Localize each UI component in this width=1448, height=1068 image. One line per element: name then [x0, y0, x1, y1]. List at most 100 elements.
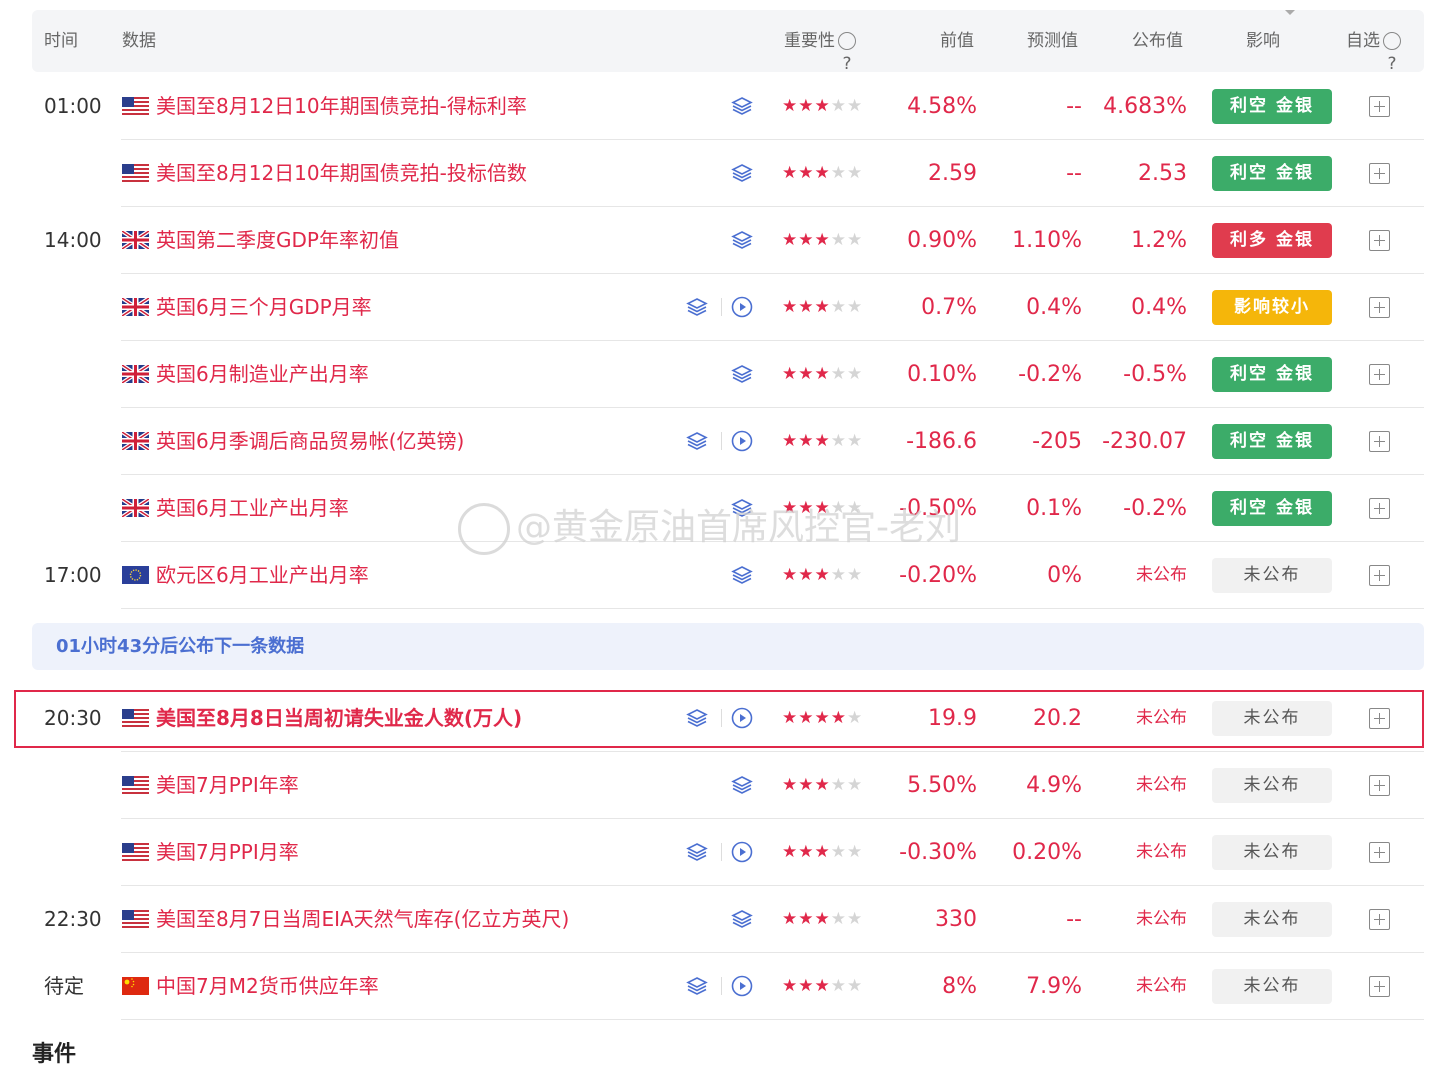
star-icon: ★: [830, 775, 847, 795]
star-icon: ★: [782, 909, 799, 929]
section-title-events: 事件: [32, 1042, 77, 1067]
indicator-name-link[interactable]: 美国至8月7日当周EIA天然气库存(亿立方英尺): [156, 886, 569, 953]
indicator-name-link[interactable]: 英国6月季调后商品贸易帐(亿英镑): [156, 408, 464, 475]
previous-value: 8%: [942, 974, 977, 999]
importance-stars: ★★★★★: [782, 819, 863, 886]
flag-us-icon: [122, 910, 149, 928]
plus-square-icon[interactable]: [1369, 96, 1390, 117]
layers-icon[interactable]: [731, 363, 753, 385]
star-icon: ★: [798, 230, 815, 250]
table-row[interactable]: 英国6月制造业产出月率 ★★★★★ 0.10% -0.2% -0.5% 利空 金银: [32, 341, 1424, 408]
forecast-value: 0.4%: [1026, 295, 1082, 320]
table-row[interactable]: 美国7月PPI月率 ★★★★★ -0.30% 0.20% 未公布 未公布: [32, 819, 1424, 886]
plus-square-icon[interactable]: [1369, 565, 1390, 586]
layers-icon[interactable]: [731, 774, 753, 796]
play-circle-icon[interactable]: [731, 841, 753, 863]
header-importance-label: 重要性: [784, 31, 835, 51]
indicator-name-link[interactable]: 美国至8月12日10年期国债竞拍-投标倍数: [156, 140, 527, 207]
impact-badge: 未公布: [1212, 558, 1332, 593]
star-icon: ★: [847, 842, 864, 862]
layers-icon[interactable]: [686, 841, 708, 863]
indicator-name-link[interactable]: 美国至8月12日10年期国债竞拍-得标利率: [156, 73, 527, 140]
flag-us-icon: [122, 97, 149, 115]
plus-square-icon[interactable]: [1369, 364, 1390, 385]
star-icon: ★: [798, 163, 815, 183]
star-icon: ★: [847, 230, 864, 250]
star-icon: ★: [798, 775, 815, 795]
indicator-name-link[interactable]: 中国7月M2货币供应年率: [156, 953, 379, 1020]
actual-value: 未公布: [1136, 565, 1187, 585]
impact-badge: 未公布: [1212, 902, 1332, 937]
star-icon: ★: [782, 230, 799, 250]
plus-square-icon[interactable]: [1369, 297, 1390, 318]
plus-square-icon[interactable]: [1369, 163, 1390, 184]
actual-value: 0.4%: [1131, 295, 1187, 320]
layers-icon[interactable]: [731, 162, 753, 184]
row-time: 17:00: [44, 563, 102, 587]
plus-square-icon[interactable]: [1369, 431, 1390, 452]
help-circle-icon[interactable]: ?: [1383, 32, 1401, 74]
plus-square-icon[interactable]: [1369, 498, 1390, 519]
plus-square-icon[interactable]: [1369, 230, 1390, 251]
indicator-name-link[interactable]: 欧元区6月工业产出月率: [156, 542, 369, 609]
play-circle-icon[interactable]: [731, 296, 753, 318]
importance-stars: ★★★★★: [782, 886, 863, 953]
layers-icon[interactable]: [686, 296, 708, 318]
table-row[interactable]: 美国至8月12日10年期国债竞拍-投标倍数 ★★★★★ 2.59 -- 2.53 利空 金…: [32, 140, 1424, 207]
star-icon: ★: [814, 565, 831, 585]
forecast-value: 1.10%: [1012, 228, 1082, 253]
table-row[interactable]: 22:30 美国至8月7日当周EIA天然气库存(亿立方英尺) ★★★★★ 330 -- 未…: [32, 886, 1424, 953]
star-icon: ★: [814, 364, 831, 384]
row-time: 14:00: [44, 228, 102, 252]
table-row[interactable]: 美国7月PPI年率 ★★★★★ 5.50% 4.9% 未公布 未公布: [32, 752, 1424, 819]
star-icon: ★: [782, 96, 799, 116]
table-row[interactable]: 01:00 美国至8月12日10年期国债竞拍-得标利率 ★★★★★ 4.58% -- 4.…: [32, 73, 1424, 140]
highlight-box: [14, 690, 1424, 748]
flag-uk-icon: [120, 430, 151, 452]
table-row[interactable]: 英国6月季调后商品贸易帐(亿英镑) ★★★★★ -186.6 -205 -230.07 利…: [32, 408, 1424, 475]
table-row[interactable]: 14:00 英国第二季度GDP年率初值 ★★★★★ 0.90% 1.10% 1.2% 利多 …: [32, 207, 1424, 274]
play-circle-icon[interactable]: [731, 430, 753, 452]
importance-stars: ★★★★★: [782, 408, 863, 475]
indicator-name-link[interactable]: 美国7月PPI年率: [156, 752, 299, 819]
star-icon: ★: [814, 842, 831, 862]
actual-value: 未公布: [1136, 976, 1187, 996]
forecast-value: --: [1066, 907, 1082, 932]
table-row[interactable]: 英国6月三个月GDP月率 ★★★★★ 0.7% 0.4% 0.4% 影响较小: [32, 274, 1424, 341]
header-impact[interactable]: 影响: [1246, 10, 1295, 72]
plus-square-icon[interactable]: [1369, 976, 1390, 997]
star-icon: ★: [847, 297, 864, 317]
layers-icon[interactable]: [731, 564, 753, 586]
indicator-name-link[interactable]: 英国第二季度GDP年率初值: [156, 207, 399, 274]
importance-stars: ★★★★★: [782, 73, 863, 140]
plus-square-icon[interactable]: [1369, 842, 1390, 863]
actual-value: -230.07: [1102, 429, 1187, 454]
plus-square-icon[interactable]: [1369, 909, 1390, 930]
help-circle-icon[interactable]: ?: [838, 32, 856, 74]
play-circle-icon[interactable]: [731, 975, 753, 997]
watermark-text: @黄金原油首席风控官-老刘: [516, 507, 961, 548]
indicator-name-link[interactable]: 英国6月制造业产出月率: [156, 341, 369, 408]
flag-uk-icon: [120, 363, 151, 385]
header-importance[interactable]: 重要性?: [784, 10, 856, 74]
forecast-value: 7.9%: [1026, 974, 1082, 999]
star-icon: ★: [782, 364, 799, 384]
star-icon: ★: [830, 364, 847, 384]
layers-icon[interactable]: [686, 430, 708, 452]
layers-icon[interactable]: [731, 95, 753, 117]
indicator-name-link[interactable]: 英国6月工业产出月率: [156, 475, 349, 542]
plus-square-icon[interactable]: [1369, 775, 1390, 796]
chevron-down-icon[interactable]: [1285, 10, 1295, 15]
row-time: 22:30: [44, 907, 102, 931]
indicator-name-link[interactable]: 英国6月三个月GDP月率: [156, 274, 372, 341]
star-icon: ★: [798, 297, 815, 317]
star-icon: ★: [782, 842, 799, 862]
layers-icon[interactable]: [731, 229, 753, 251]
flag-cn-icon: [122, 977, 149, 995]
table-row[interactable]: 待定 中国7月M2货币供应年率 ★★★★★ 8% 7.9% 未公布 未公布: [32, 953, 1424, 1020]
indicator-name-link[interactable]: 美国7月PPI月率: [156, 819, 299, 886]
impact-badge: 利空 金银: [1212, 89, 1332, 124]
layers-icon[interactable]: [686, 975, 708, 997]
layers-icon[interactable]: [731, 908, 753, 930]
importance-stars: ★★★★★: [782, 140, 863, 207]
